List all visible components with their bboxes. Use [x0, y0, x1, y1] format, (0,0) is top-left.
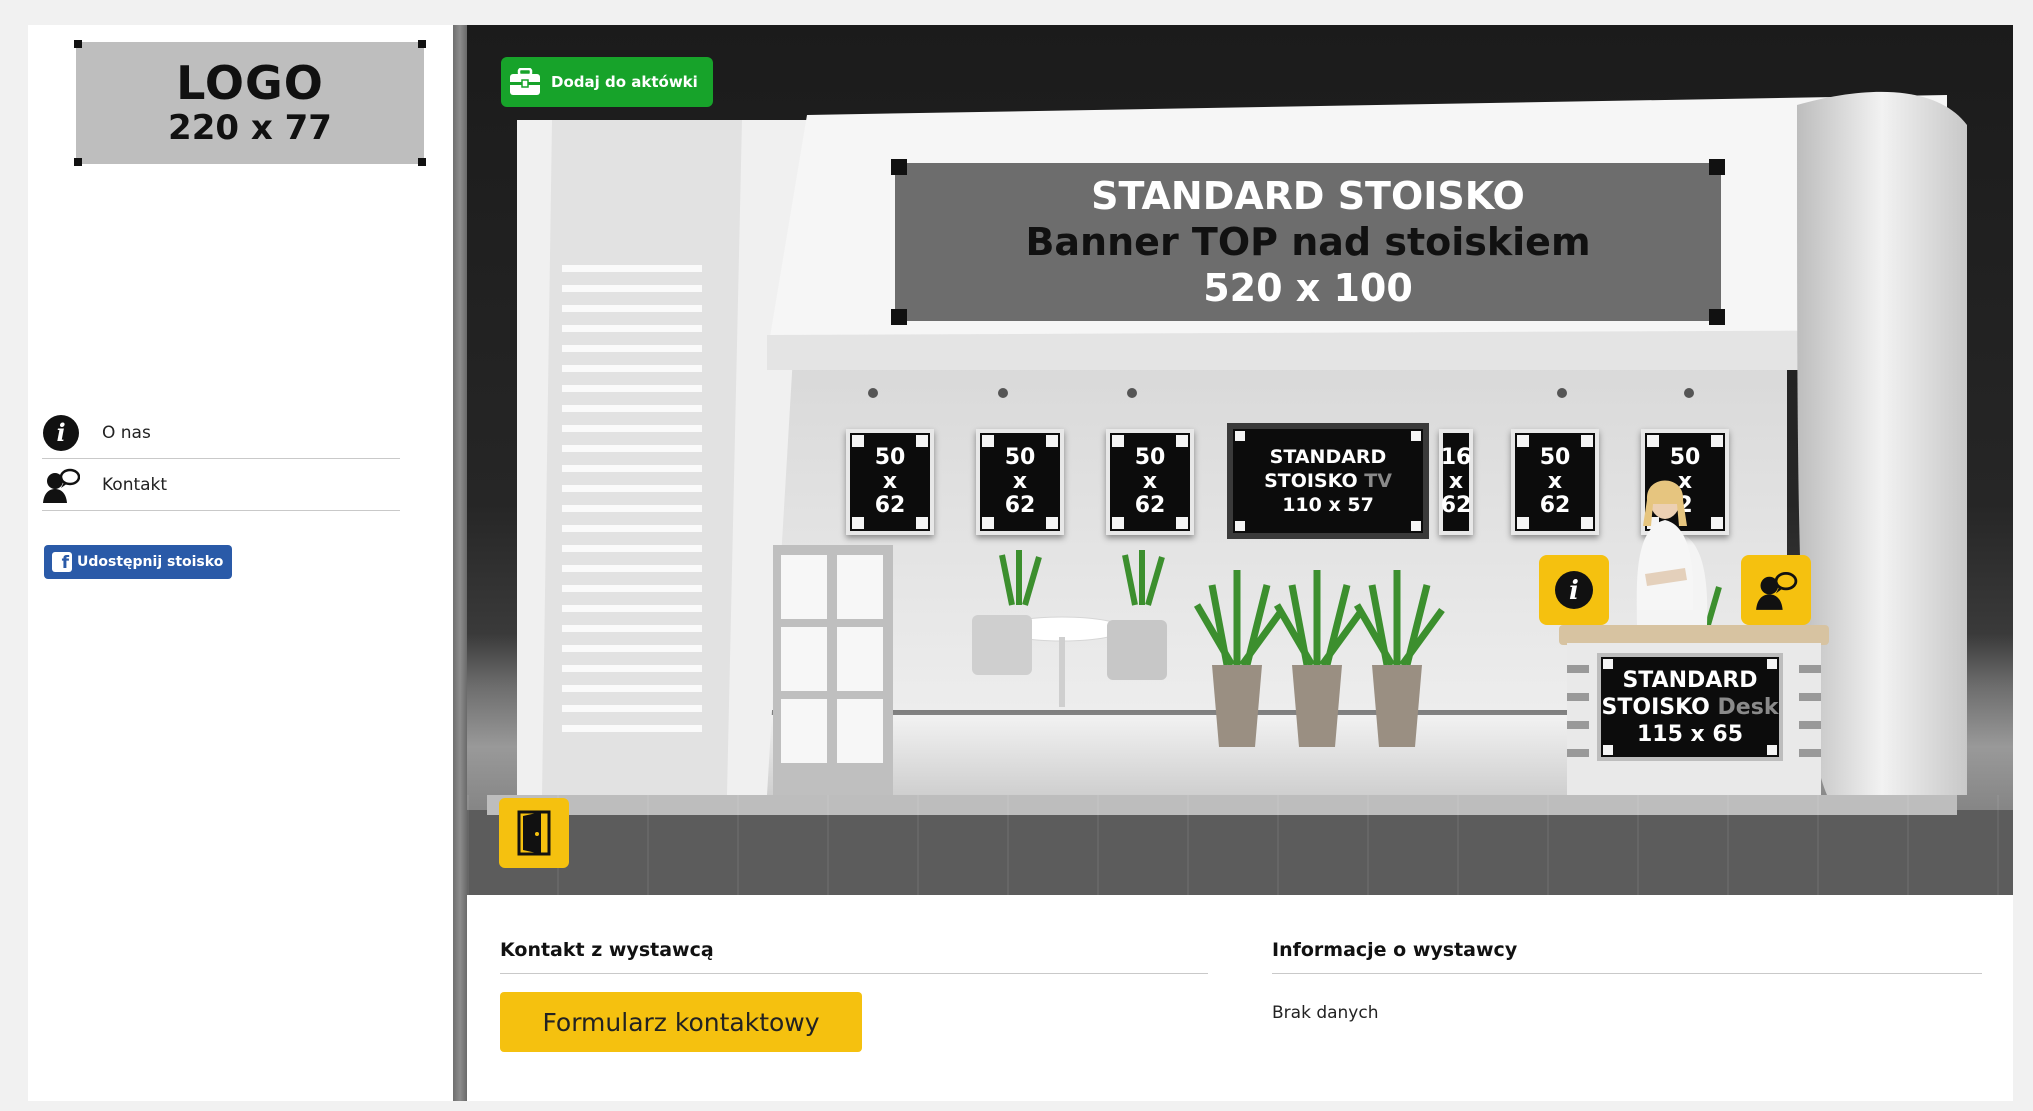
banner-top-subtitle: Banner TOP nad stoiskiem: [1025, 220, 1591, 264]
poster-height: 62: [1539, 493, 1571, 518]
sidebar-item-label: Kontakt: [102, 474, 168, 495]
poster-width: 50: [874, 445, 906, 470]
poster-width: 50: [1539, 445, 1571, 470]
info-section-text: Brak danych: [1272, 1003, 1379, 1023]
page-frame: LOGO 220 x 77 i O nas Kontakt f Udostępn…: [28, 25, 2013, 1101]
poster-times: x: [882, 469, 898, 494]
tv-screen-placeholder: STANDARD STOISKO TV 110 x 57: [1227, 423, 1429, 539]
poster-placeholder-partial: 16 x 62: [1439, 429, 1473, 535]
info-icon: i: [1555, 571, 1593, 609]
stand-contact-button[interactable]: [1741, 555, 1811, 625]
door-icon: [517, 810, 551, 856]
poster-height: 62: [1004, 493, 1036, 518]
desk-size: 115 x 65: [1636, 721, 1744, 747]
add-to-briefcase-label: Dodaj do aktówki: [551, 73, 698, 91]
share-button-label: Udostępnij stoisko: [77, 554, 224, 570]
poster-height: 62: [1134, 493, 1166, 518]
contact-section-title: Kontakt z wystawcą: [500, 939, 714, 961]
banner-top-size: 520 x 100: [1203, 266, 1413, 310]
poster-height: 62: [1440, 493, 1472, 518]
tv-line2-main: STOISKO: [1264, 470, 1358, 492]
desk-line2-main: STOISKO: [1601, 694, 1710, 720]
poster-times: x: [1012, 469, 1028, 494]
tv-line2-type: TV: [1364, 470, 1392, 492]
tv-size: 110 x 57: [1282, 494, 1374, 516]
svg-text:i: i: [56, 418, 65, 447]
contact-icon: [42, 466, 80, 504]
poster-times: x: [1448, 469, 1464, 494]
poster-width: 50: [1669, 445, 1701, 470]
sidebar-item-contact[interactable]: Kontakt: [42, 459, 400, 511]
banner-top-title: STANDARD STOISKO: [1091, 174, 1525, 218]
floor-reflection: [467, 795, 2013, 895]
svg-text:i: i: [1569, 576, 1579, 606]
poster-placeholder: 50 x 62: [1106, 429, 1194, 535]
desk-line2-type: Desk: [1717, 694, 1779, 720]
stand-info-button[interactable]: i: [1539, 555, 1609, 625]
banner-top-placeholder: STANDARD STOISKO Banner TOP nad stoiskie…: [891, 159, 1725, 325]
virtual-stand: Dodaj do aktówki STANDARD STOISKO Banner…: [467, 25, 2013, 895]
hostess-figure: [1636, 480, 1694, 610]
exhibitor-logo-placeholder: LOGO 220 x 77: [74, 40, 426, 166]
poster-times: x: [1142, 469, 1158, 494]
poster-width: 16: [1440, 445, 1472, 470]
info-icon: i: [42, 414, 80, 452]
logo-text: LOGO: [176, 56, 324, 110]
desk-line1: STANDARD: [1622, 667, 1758, 693]
sidebar-menu: i O nas Kontakt: [42, 407, 400, 511]
sidebar: LOGO 220 x 77 i O nas Kontakt f Udostępn…: [28, 25, 454, 1101]
poster-height: 62: [874, 493, 906, 518]
poster-placeholder: 50 x 62: [976, 429, 1064, 535]
info-section-title: Informacje o wystawcy: [1272, 939, 1518, 961]
contact-section-divider: [500, 973, 1208, 974]
logo-size: 220 x 77: [168, 108, 332, 148]
desk-banner-placeholder: STANDARD STOISKO Desk 115 x 65: [1597, 653, 1783, 761]
facebook-icon: f: [52, 552, 72, 572]
poster-placeholder: 50 x 62: [846, 429, 934, 535]
info-section-divider: [1272, 973, 1982, 974]
tv-line1: STANDARD: [1269, 446, 1387, 468]
poster-placeholder: 50 x 62: [1511, 429, 1599, 535]
exit-stand-button[interactable]: [499, 798, 569, 868]
poster-width: 50: [1004, 445, 1036, 470]
add-to-briefcase-button[interactable]: Dodaj do aktówki: [501, 57, 713, 107]
poster-times: x: [1547, 469, 1563, 494]
tv-line2: STOISKO TV: [1264, 469, 1392, 493]
contact-icon: [1756, 572, 1798, 610]
poster-width: 50: [1134, 445, 1166, 470]
facebook-share-button[interactable]: f Udostępnij stoisko: [44, 545, 232, 579]
contact-form-button[interactable]: Formularz kontaktowy: [500, 992, 862, 1052]
sidebar-item-label: O nas: [102, 422, 151, 443]
sidebar-item-about[interactable]: i O nas: [42, 407, 400, 459]
briefcase-icon: [510, 68, 540, 95]
desk-line2: STOISKO Desk: [1602, 694, 1779, 721]
decorative-divider: [453, 25, 467, 1101]
